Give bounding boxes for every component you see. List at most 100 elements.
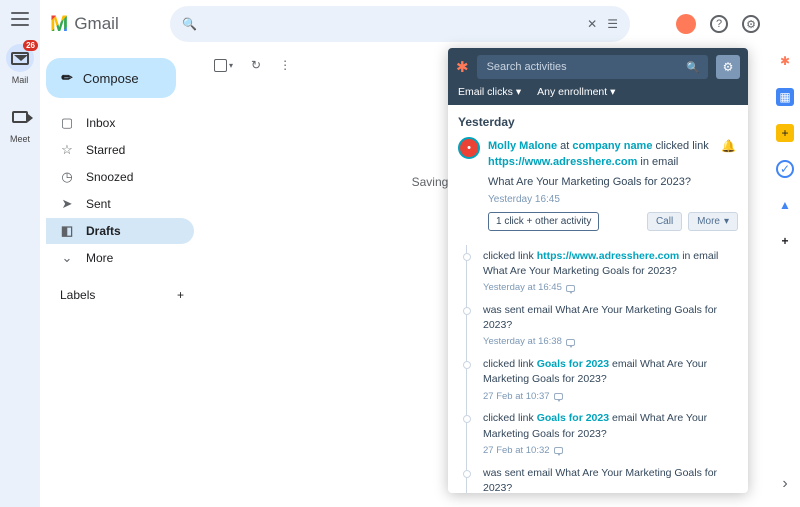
nav-starred[interactable]: ☆Starred	[46, 137, 194, 163]
sent-icon: ➤	[60, 196, 74, 212]
collapse-rail-icon[interactable]: ›	[782, 475, 787, 493]
header: M Gmail 🔍 ✕ ☰ ? ⚙	[40, 0, 770, 48]
filter-enrollment[interactable]: Any enrollment▾	[537, 86, 615, 98]
activity-card: • 🔔 Molly Malone at company name clicked…	[458, 137, 738, 239]
bell-icon[interactable]: 🔔	[721, 139, 736, 153]
more-label: More	[697, 216, 720, 227]
add-label-icon[interactable]: +	[177, 288, 184, 302]
gmail-m-icon: M	[50, 11, 68, 37]
contacts-rail-icon[interactable]: ▲	[776, 196, 794, 214]
email-subject: What Are Your Marketing Goals for 2023?	[488, 175, 738, 191]
event-pre: was sent email What Are Your Marketing G…	[483, 467, 717, 493]
nav-snoozed[interactable]: ◷Snoozed	[46, 164, 194, 190]
addons-rail-icon[interactable]: +	[776, 232, 794, 250]
star-icon: ☆	[60, 142, 74, 158]
event-time: Yesterday at 16:38	[483, 335, 738, 349]
hubspot-search-input[interactable]	[485, 60, 687, 74]
hubspot-body: Yesterday • 🔔 Molly Malone at company na…	[448, 105, 748, 493]
activity-headline: Molly Malone at company name clicked lin…	[488, 139, 738, 155]
call-button[interactable]: Call	[647, 212, 682, 231]
activity-link-line: https://www.adresshere.com in email	[488, 155, 738, 171]
event-pre: clicked link	[483, 412, 534, 424]
event-link[interactable]: Goals for 2023	[537, 412, 609, 424]
rail-meet-label: Meet	[10, 134, 30, 144]
activity-timeline: clicked link https://www.adresshere.com …	[466, 245, 738, 493]
clicked-url[interactable]: https://www.adresshere.com	[488, 156, 637, 168]
search-bar[interactable]: 🔍 ✕ ☰	[170, 6, 630, 42]
help-icon[interactable]: ?	[710, 15, 728, 33]
more-menu-icon[interactable]: ⋮	[279, 58, 291, 72]
timeline-event: clicked link https://www.adresshere.com …	[483, 245, 738, 299]
activity-summary-pill[interactable]: 1 click + other activity	[488, 212, 599, 231]
event-time: 27 Feb at 10:32	[483, 444, 738, 458]
select-all[interactable]: ▾	[214, 59, 233, 72]
activity-actions: 1 click + other activity Call More ▾	[488, 212, 738, 231]
contact-avatar[interactable]: •	[458, 137, 480, 159]
nav-sent-label: Sent	[86, 197, 111, 211]
event-link[interactable]: https://www.adresshere.com	[537, 250, 680, 262]
nav-sent[interactable]: ➤ Sent	[46, 191, 194, 217]
draft-icon: ◧	[60, 223, 74, 239]
chevron-down-icon: ▾	[516, 86, 521, 98]
hubspot-rail-icon[interactable]: ✱	[776, 52, 794, 70]
section-header: Yesterday	[458, 115, 738, 129]
inbox-icon: ▢	[60, 115, 74, 131]
settings-icon[interactable]: ⚙	[742, 15, 760, 33]
keep-rail-icon[interactable]: +	[776, 124, 794, 142]
left-nav: ✎ Compose ▢ Inbox ☆Starred ◷Snoozed ➤ Sent…	[40, 48, 200, 507]
mail-icon: 26	[6, 44, 34, 72]
labels-header: Labels	[60, 288, 95, 302]
hamburger-icon[interactable]	[11, 12, 29, 26]
nav-drafts[interactable]: ◧ Drafts	[46, 218, 194, 244]
nav-more[interactable]: ⌄ More	[46, 245, 194, 271]
chevron-down-icon: ▾	[229, 61, 233, 70]
company-link[interactable]: company name	[572, 140, 652, 152]
comment-icon[interactable]	[566, 285, 575, 292]
nav-snoozed-label: Snoozed	[86, 170, 133, 184]
chevron-down-icon: ▾	[724, 216, 729, 227]
chevron-down-icon: ⌄	[60, 250, 74, 266]
rail-mail-label: Mail	[12, 75, 29, 85]
hubspot-top-bar: ✱ 🔍 ⚙	[448, 48, 748, 86]
nav-inbox[interactable]: ▢ Inbox	[46, 110, 194, 136]
product-name: Gmail	[74, 14, 118, 34]
search-input[interactable]	[207, 16, 577, 33]
rail-meet[interactable]: Meet	[6, 103, 34, 144]
filter-label: Any enrollment	[537, 86, 607, 98]
tasks-rail-icon[interactable]: ✓	[776, 160, 794, 178]
hubspot-filters: Email clicks▾ Any enrollment▾	[448, 86, 748, 105]
comment-icon[interactable]	[554, 447, 563, 454]
calendar-rail-icon[interactable]: ▦	[776, 88, 794, 106]
gmail-logo[interactable]: M Gmail	[50, 11, 160, 37]
nav-more-label: More	[86, 251, 113, 265]
search-icon: 🔍	[686, 61, 700, 74]
refresh-icon[interactable]: ↻	[251, 58, 261, 72]
action-text: clicked link	[656, 140, 709, 152]
nav-drafts-label: Drafts	[86, 224, 121, 238]
in-email-text: in email	[640, 156, 678, 168]
event-time: Yesterday at 16:45	[483, 281, 738, 295]
rail-mail[interactable]: 26 Mail	[6, 44, 34, 85]
filter-email-clicks[interactable]: Email clicks▾	[458, 86, 521, 98]
event-time: 27 Feb at 10:37	[483, 390, 738, 404]
timeline-event: clicked link Goals for 2023 email What A…	[483, 407, 738, 461]
comment-icon[interactable]	[566, 339, 575, 346]
compose-label: Compose	[83, 71, 139, 86]
event-pre: was sent email What Are Your Marketing G…	[483, 304, 717, 331]
search-options-icon[interactable]: ☰	[607, 17, 618, 31]
event-link[interactable]: Goals for 2023	[537, 358, 609, 370]
meet-icon	[6, 103, 34, 131]
nav-inbox-label: Inbox	[86, 116, 115, 130]
more-button[interactable]: More ▾	[688, 212, 738, 231]
at-word: at	[560, 140, 569, 152]
clear-icon[interactable]: ✕	[587, 17, 597, 31]
comment-icon[interactable]	[554, 393, 563, 400]
contact-name[interactable]: Molly Malone	[488, 140, 557, 152]
right-rail: ✱ ▦ + ✓ ▲ + ›	[770, 0, 800, 507]
search-icon: 🔍	[182, 17, 197, 31]
timeline-event: clicked link Goals for 2023 email What A…	[483, 353, 738, 407]
compose-button[interactable]: ✎ Compose	[46, 58, 176, 98]
hubspot-search[interactable]: 🔍	[477, 55, 708, 79]
hubspot-status-icon[interactable]	[676, 14, 696, 34]
hubspot-settings-button[interactable]: ⚙	[716, 55, 740, 79]
